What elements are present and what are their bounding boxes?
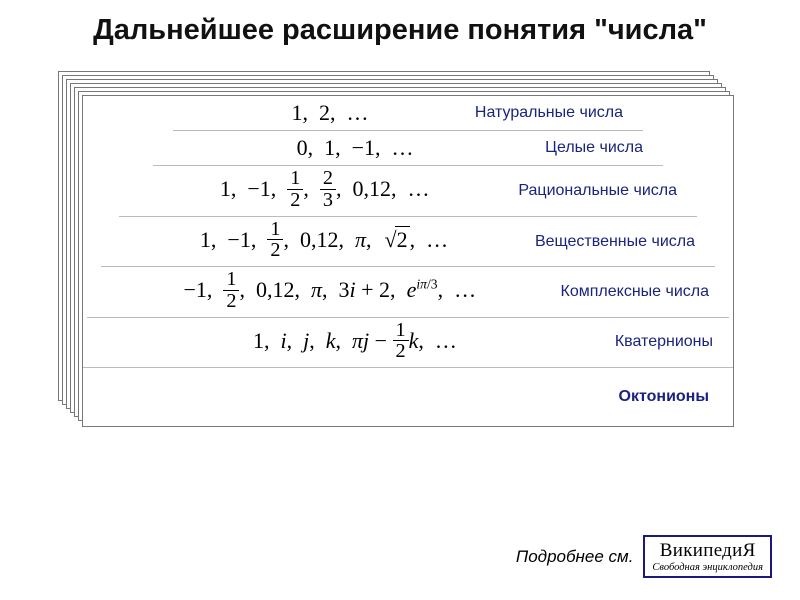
see-more-text: Подробнее см. [516, 547, 634, 567]
wikipedia-subtitle: Свободная энциклопедия [652, 562, 763, 573]
label-octonions: Октонионы [619, 388, 709, 406]
label-natural: Натуральные числа [475, 104, 635, 122]
label-rational: Рациональные числа [518, 182, 689, 200]
frame-inner: 1, 2, … Натуральные числа 0, 1, −1, … Це… [82, 95, 734, 427]
row-integer: 0, 1, −1, … Целые числа [153, 131, 663, 166]
formula-real: 1, −1, 12, 0,12, π, 2, … [109, 221, 535, 262]
row-natural: 1, 2, … Натуральные числа [173, 96, 643, 131]
row-real: 1, −1, 12, 0,12, π, 2, … Вещественные чи… [101, 217, 715, 267]
wikipedia-logo: ВикипедиЯ Свободная энциклопедия [643, 535, 772, 578]
formula-complex: −1, 12, 0,12, π, 3i + 2, eiπ/3, … [95, 271, 561, 312]
row-quaternion: 1, i, j, k, πj − 12k, … Кватернионы [83, 318, 733, 368]
wikipedia-title: ВикипедиЯ [652, 540, 763, 562]
formula-quaternion: 1, i, j, k, πj − 12k, … [91, 322, 615, 363]
formula-rational: 1, −1, 12, 23, 0,12, … [127, 170, 518, 211]
row-octonions: Октонионы [83, 368, 733, 426]
label-real: Вещественные числа [535, 233, 707, 251]
row-complex: −1, 12, 0,12, π, 3i + 2, eiπ/3, … Компле… [87, 267, 729, 317]
label-quaternion: Кватернионы [615, 333, 725, 351]
formula-natural: 1, 2, … [181, 100, 475, 126]
row-rational: 1, −1, 12, 23, 0,12, … Рациональные числ… [119, 166, 697, 216]
formula-integer: 0, 1, −1, … [161, 135, 545, 161]
footer: Подробнее см. ВикипедиЯ Свободная энцикл… [516, 535, 772, 578]
page-title: Дальнейшее расширение понятия "числа" [0, 0, 800, 53]
number-sets-diagram: 1, 2, … Натуральные числа 0, 1, −1, … Це… [58, 71, 738, 431]
label-integer: Целые числа [545, 139, 655, 157]
label-complex: Комплексные числа [561, 283, 721, 301]
